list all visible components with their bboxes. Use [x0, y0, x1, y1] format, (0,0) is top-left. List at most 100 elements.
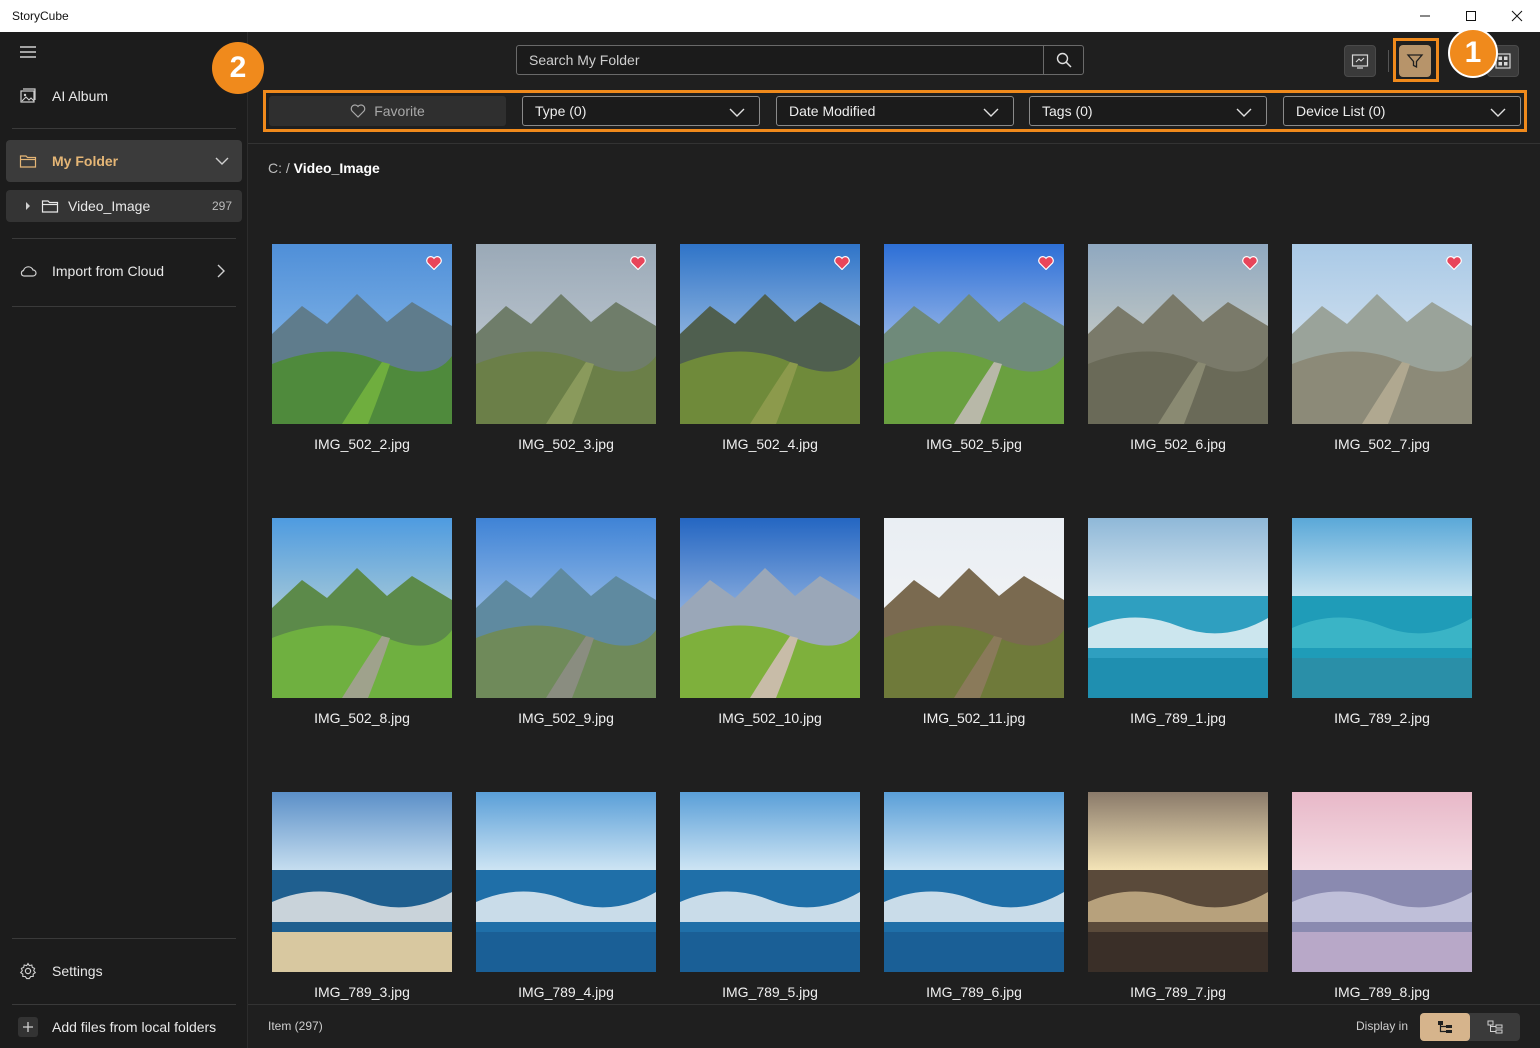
date-modified-dropdown[interactable]: Date Modified: [776, 96, 1014, 126]
thumbnail-tile[interactable]: IMG_502_7.jpg: [1292, 244, 1472, 452]
thumbnail-tile[interactable]: IMG_502_4.jpg: [680, 244, 860, 452]
search-icon: [1056, 52, 1072, 68]
thumbnail-image[interactable]: [884, 518, 1064, 698]
file-name: IMG_502_7.jpg: [1334, 436, 1430, 452]
device-list-dropdown[interactable]: Device List (0): [1283, 96, 1521, 126]
chevron-down-icon: [1236, 108, 1252, 117]
search-input[interactable]: [517, 46, 1043, 74]
thumbnail-tile[interactable]: IMG_502_8.jpg: [272, 518, 452, 726]
thumbnail-tile[interactable]: IMG_789_1.jpg: [1088, 518, 1268, 726]
sidebar-item-settings[interactable]: Settings: [6, 958, 242, 984]
type-dropdown[interactable]: Type (0): [522, 96, 760, 126]
chevron-down-icon: [1490, 108, 1506, 117]
slideshow-button[interactable]: [1344, 45, 1376, 77]
title-bar: StoryCube: [0, 0, 1540, 32]
sidebar-item-import-cloud[interactable]: Import from Cloud: [6, 258, 242, 284]
thumbnail-tile[interactable]: IMG_502_2.jpg: [272, 244, 452, 452]
thumbnail-image[interactable]: [1088, 518, 1268, 698]
expand-arrow-icon[interactable]: [24, 201, 32, 211]
thumbnail-image[interactable]: [1088, 792, 1268, 972]
close-icon: [1511, 10, 1523, 22]
thumbnail-tile[interactable]: IMG_502_3.jpg: [476, 244, 656, 452]
thumbnail-image[interactable]: [1292, 244, 1472, 424]
dropdown-label: Date Modified: [789, 103, 876, 119]
thumbnail-tile[interactable]: IMG_502_9.jpg: [476, 518, 656, 726]
thumbnail-tile[interactable]: IMG_789_7.jpg: [1088, 792, 1268, 1000]
thumbnail-image[interactable]: [272, 792, 452, 972]
thumbnail-tile[interactable]: IMG_789_5.jpg: [680, 792, 860, 1000]
add-local-folders-button[interactable]: Add files from local folders: [6, 1014, 242, 1040]
callout-badge-2: 2: [212, 42, 264, 94]
thumbnail-tile[interactable]: IMG_502_5.jpg: [884, 244, 1064, 452]
breadcrumb: C: / Video_Image: [268, 160, 380, 176]
thumbnail-image[interactable]: [272, 244, 452, 424]
file-name: IMG_502_4.jpg: [722, 436, 818, 452]
thumbnail-image[interactable]: [476, 518, 656, 698]
sidebar-item-label: AI Album: [52, 88, 109, 104]
dropdown-label: Type (0): [535, 103, 587, 119]
heart-icon[interactable]: [426, 256, 442, 270]
filter-button[interactable]: [1399, 45, 1431, 77]
thumbnail-tile[interactable]: IMG_789_4.jpg: [476, 792, 656, 1000]
sidebar-item-my-folder[interactable]: My Folder: [6, 140, 242, 182]
thumbnail-image[interactable]: [476, 244, 656, 424]
heart-outline-icon: [350, 104, 366, 118]
item-count: 297: [211, 199, 232, 213]
file-name: IMG_789_6.jpg: [926, 984, 1022, 1000]
thumbnail-tile[interactable]: IMG_502_6.jpg: [1088, 244, 1268, 452]
breadcrumb-separator: /: [285, 160, 290, 176]
tags-dropdown[interactable]: Tags (0): [1029, 96, 1267, 126]
thumbnail-tile[interactable]: IMG_502_11.jpg: [884, 518, 1064, 726]
list-view-button[interactable]: [1470, 1013, 1520, 1041]
minimize-button[interactable]: [1402, 0, 1448, 32]
sidebar-item-label: My Folder: [52, 153, 119, 169]
chevron-down-icon: [729, 108, 745, 117]
dropdown-label: Tags (0): [1042, 103, 1093, 119]
menu-icon[interactable]: [18, 44, 38, 60]
file-name: IMG_502_11.jpg: [922, 710, 1026, 726]
thumbnail-image[interactable]: [272, 518, 452, 698]
thumbnail-image[interactable]: [1088, 244, 1268, 424]
thumbnail-image[interactable]: [884, 244, 1064, 424]
minimize-icon: [1420, 15, 1430, 17]
close-button[interactable]: [1494, 0, 1540, 32]
thumbnail-image[interactable]: [680, 792, 860, 972]
thumbnail-tile[interactable]: IMG_789_3.jpg: [272, 792, 452, 1000]
heart-icon[interactable]: [1242, 256, 1258, 270]
file-name: IMG_789_7.jpg: [1130, 984, 1226, 1000]
file-name: IMG_502_6.jpg: [1130, 436, 1226, 452]
file-name: IMG_502_3.jpg: [518, 436, 614, 452]
thumbnail-image[interactable]: [884, 792, 1064, 972]
heart-icon[interactable]: [1038, 256, 1054, 270]
sidebar-item-label: Add files from local folders: [52, 1019, 217, 1035]
file-name: IMG_789_3.jpg: [314, 984, 410, 1000]
thumbnail-image[interactable]: [1292, 792, 1472, 972]
favorite-filter-button[interactable]: Favorite: [269, 96, 506, 126]
heart-icon[interactable]: [834, 256, 850, 270]
thumbnail-image[interactable]: [680, 518, 860, 698]
toolbar: 2 1 Favorite Type (0) Date Mod: [212, 28, 1540, 144]
thumbnail-image[interactable]: [680, 244, 860, 424]
chevron-down-icon[interactable]: [214, 153, 230, 169]
sidebar-item-ai-album[interactable]: AI Album: [6, 82, 242, 110]
thumbnail-tile[interactable]: IMG_789_6.jpg: [884, 792, 1064, 1000]
tree-view-button[interactable]: [1420, 1013, 1470, 1041]
heart-icon[interactable]: [1446, 256, 1462, 270]
file-name: IMG_789_1.jpg: [1130, 710, 1226, 726]
thumbnail-tile[interactable]: IMG_502_10.jpg: [680, 518, 860, 726]
list-tree-icon: [1487, 1020, 1503, 1034]
thumbnail-image[interactable]: [476, 792, 656, 972]
sidebar-item-label: Settings: [52, 963, 103, 979]
sidebar-item-video-image[interactable]: Video_Image 297: [6, 190, 242, 222]
heart-icon[interactable]: [630, 256, 646, 270]
search-button[interactable]: [1043, 46, 1083, 74]
breadcrumb-root[interactable]: C:: [268, 160, 282, 176]
thumbnail-tile[interactable]: IMG_789_8.jpg: [1292, 792, 1472, 1000]
file-name: IMG_502_8.jpg: [314, 710, 410, 726]
thumbnail-tile[interactable]: IMG_789_2.jpg: [1292, 518, 1472, 726]
divider: [12, 1004, 236, 1005]
status-bar: Item (297) Display in: [248, 1004, 1540, 1048]
thumbnail-image[interactable]: [1292, 518, 1472, 698]
folder-icon: [40, 196, 60, 216]
cloud-icon: [18, 261, 38, 281]
